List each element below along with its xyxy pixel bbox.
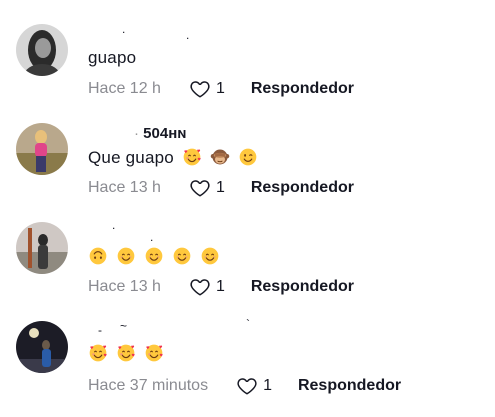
username-fragment: . bbox=[112, 218, 116, 232]
like-count: 1 bbox=[215, 80, 225, 97]
username-fragment: - bbox=[98, 323, 102, 337]
comment-time: Hace 13 h bbox=[88, 278, 161, 295]
heart-outline-icon bbox=[189, 78, 211, 100]
like-count: 1 bbox=[215, 278, 225, 295]
comment-meta: Hace 13 h 1 Respondedor bbox=[88, 177, 354, 199]
reply-button[interactable]: Respondedor bbox=[298, 377, 401, 395]
comment-item: · 504ʜɴ Que guapo Hace 13 h 1 Respondedo… bbox=[0, 99, 495, 198]
smiling-face-with-hearts-icon bbox=[182, 147, 202, 167]
comment-item: - ~ ` Hace 37 minutos 1 Respondedor bbox=[0, 297, 495, 396]
comment-time: Hace 12 h bbox=[88, 80, 161, 97]
like-count: 1 bbox=[263, 377, 272, 394]
comment-meta: Hace 13 h 1 Respondedor bbox=[88, 276, 354, 298]
comment-text: guapo bbox=[88, 48, 137, 67]
heart-outline-icon bbox=[189, 177, 211, 199]
username-fragment: . bbox=[122, 22, 126, 36]
like-button[interactable]: 1 bbox=[189, 276, 225, 298]
reply-button[interactable]: Respondedor bbox=[251, 278, 354, 296]
username-fragment: ` bbox=[246, 317, 250, 331]
upside-down-face-icon bbox=[88, 246, 108, 266]
smiling-face-icon bbox=[172, 246, 192, 266]
heart-outline-icon bbox=[189, 276, 211, 298]
smiling-face-with-hearts-icon bbox=[116, 343, 136, 363]
avatar[interactable] bbox=[16, 321, 68, 373]
reply-button[interactable]: Respondedor bbox=[251, 80, 354, 98]
winking-face-icon bbox=[238, 147, 258, 167]
heart-outline-icon bbox=[236, 375, 258, 397]
username-fragment: ~ bbox=[120, 319, 128, 333]
comment-meta: Hace 37 minutos 1 Respondedor bbox=[88, 375, 401, 397]
avatar[interactable] bbox=[16, 24, 68, 76]
smiling-face-icon bbox=[116, 246, 136, 266]
comment-item: . . guapo Hace 12 h 1 Respondedor bbox=[0, 0, 495, 99]
username-fragment: . bbox=[186, 28, 190, 42]
smiling-face-with-hearts-icon bbox=[88, 343, 108, 363]
comment-item: . . Hace 13 h 1 Respondedor bbox=[0, 198, 495, 297]
smiling-face-with-hearts-icon bbox=[144, 343, 164, 363]
like-button[interactable]: 1 bbox=[189, 177, 225, 199]
comment-time: Hace 37 minutos bbox=[88, 377, 209, 394]
username-fragment: . bbox=[150, 230, 154, 244]
comment-text bbox=[88, 246, 223, 267]
smiling-face-icon bbox=[144, 246, 164, 266]
like-button[interactable]: 1 bbox=[236, 375, 272, 397]
like-button[interactable]: 1 bbox=[189, 78, 225, 100]
comment-text: Que guapo bbox=[88, 147, 261, 168]
comment-time: Hace 13 h bbox=[88, 179, 161, 196]
smiling-face-icon bbox=[200, 246, 220, 266]
comment-meta: Hace 12 h 1 Respondedor bbox=[88, 78, 354, 100]
avatar[interactable] bbox=[16, 222, 68, 274]
see-no-evil-monkey-icon bbox=[210, 147, 230, 167]
like-count: 1 bbox=[215, 179, 225, 196]
reply-button[interactable]: Respondedor bbox=[251, 179, 354, 197]
avatar[interactable] bbox=[16, 123, 68, 175]
comment-username: · 504ʜɴ bbox=[134, 125, 187, 142]
comment-text bbox=[88, 343, 167, 364]
